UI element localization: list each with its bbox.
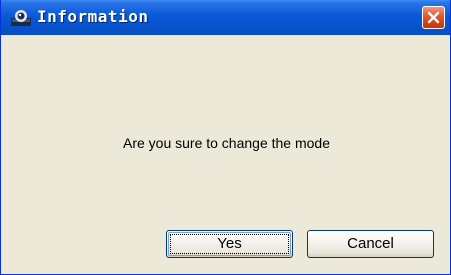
yes-button[interactable]: Yes — [166, 230, 293, 258]
window-title: Information — [37, 7, 149, 26]
yes-button-label: Yes — [217, 235, 242, 252]
dialog-window: Information Are you sure to change the m… — [0, 0, 451, 275]
cancel-button-label: Cancel — [347, 235, 394, 252]
close-icon — [427, 11, 440, 24]
cancel-button[interactable]: Cancel — [307, 230, 434, 258]
app-icon — [10, 8, 32, 28]
dialog-message: Are you sure to change the mode — [122, 135, 331, 151]
close-button[interactable] — [422, 6, 445, 29]
title-bar[interactable]: Information — [1, 0, 450, 35]
